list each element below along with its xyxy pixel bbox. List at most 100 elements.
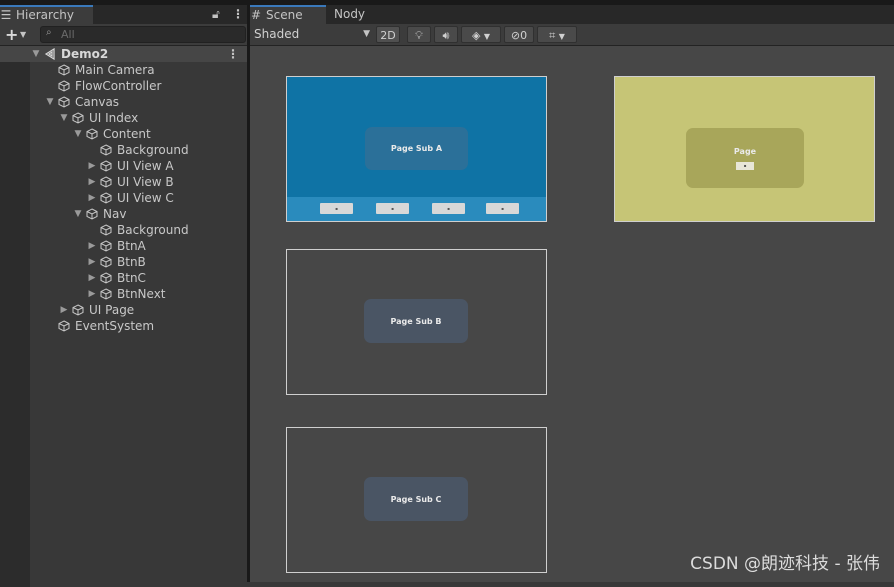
hierarchy-row[interactable]: ▼ Nav: [0, 206, 247, 222]
expanded-arrow-icon[interactable]: ▼: [59, 110, 69, 126]
hierarchy-row[interactable]: ▶ UI View B: [0, 174, 247, 190]
scene-panel: # Scene Nody Shaded ▼ 2D 💡︎ 🔊︎ ◈ ▼ ⊘0 ⌗ ▼…: [250, 5, 894, 582]
hierarchy-toolbar: + ▼ ⌕ All: [0, 24, 247, 46]
cube-icon: [58, 64, 70, 76]
collapsed-arrow-icon[interactable]: ▶: [59, 302, 69, 318]
cube-icon: [100, 176, 112, 188]
hierarchy-row[interactable]: ▶ UI View C: [0, 190, 247, 206]
page-button[interactable]: ▪: [736, 161, 754, 170]
sub-a-label: Page Sub A: [390, 144, 443, 153]
hidden-count: 0: [520, 29, 528, 42]
sub-c-panel: Page Sub C: [364, 477, 468, 521]
tab-nody[interactable]: Nody: [330, 5, 384, 24]
cube-icon: [58, 320, 70, 332]
collapsed-arrow-icon[interactable]: ▶: [87, 190, 97, 206]
cube-icon: [72, 112, 84, 124]
nav-btn-a[interactable]: ▪: [320, 203, 353, 214]
hierarchy-row-label: UI Index: [89, 111, 139, 125]
hierarchy-row-label: UI View A: [117, 159, 174, 173]
collapsed-arrow-icon[interactable]: ▶: [87, 238, 97, 254]
hierarchy-row-label: BtnC: [117, 271, 146, 285]
hierarchy-row[interactable]: ▼ Content: [0, 126, 247, 142]
scene-visibility-button[interactable]: ⊘0: [504, 26, 534, 43]
hierarchy-row-label: UI View B: [117, 175, 174, 189]
toggle-2d-button[interactable]: 2D: [376, 26, 400, 43]
collapsed-arrow-icon[interactable]: ▶: [87, 270, 97, 286]
nav-btn-b[interactable]: ▪: [376, 203, 409, 214]
cube-icon: [100, 240, 112, 252]
scene-row[interactable]: ▼ Demo2 ⋮: [0, 46, 247, 62]
hierarchy-row[interactable]: ▶ BtnC: [0, 270, 247, 286]
canvas-view-sub-c[interactable]: Page Sub C: [286, 427, 547, 573]
layers-icon: ◈: [471, 29, 481, 42]
panel-menu-icon[interactable]: ⋮: [232, 7, 244, 21]
tab-hierarchy[interactable]: ☰ Hierarchy: [0, 5, 93, 24]
cube-icon: [86, 128, 98, 140]
expanded-arrow-icon[interactable]: ▼: [45, 94, 55, 110]
hierarchy-row[interactable]: ▶ BtnNext: [0, 286, 247, 302]
expanded-arrow-icon[interactable]: ▼: [31, 46, 41, 62]
sub-b-panel: Page Sub B: [364, 299, 468, 343]
hierarchy-row[interactable]: ▼ Canvas: [0, 94, 247, 110]
hierarchy-row[interactable]: ▶ BtnB: [0, 254, 247, 270]
chevron-down-icon: ▼: [483, 32, 491, 41]
grid-snap-icon: ⌗: [549, 29, 556, 42]
effects-toggle-button[interactable]: ◈ ▼: [461, 26, 501, 43]
hierarchy-row[interactable]: Background: [0, 142, 247, 158]
chevron-down-icon: ▼: [363, 29, 370, 39]
cube-icon: [100, 192, 112, 204]
audio-toggle-button[interactable]: 🔊︎: [434, 26, 458, 43]
hierarchy-row[interactable]: ▼ UI Index: [0, 110, 247, 126]
hierarchy-row[interactable]: ▶ UI Page: [0, 302, 247, 318]
collapsed-arrow-icon[interactable]: ▶: [87, 174, 97, 190]
hierarchy-row[interactable]: EventSystem: [0, 318, 247, 334]
hierarchy-row-label: Main Camera: [75, 63, 155, 77]
collapsed-arrow-icon[interactable]: ▶: [87, 254, 97, 270]
hierarchy-row[interactable]: ▶ UI View A: [0, 158, 247, 174]
nav-btn-c[interactable]: ▪: [432, 203, 465, 214]
hierarchy-row[interactable]: Main Camera: [0, 62, 247, 78]
hierarchy-row[interactable]: Background: [0, 222, 247, 238]
tab-scene-label: Scene: [266, 8, 303, 22]
page-panel: Page ▪: [686, 128, 804, 188]
search-input[interactable]: ⌕ All: [40, 26, 246, 43]
page-label: Page: [733, 146, 757, 156]
cube-icon: [100, 256, 112, 268]
hierarchy-row-label: Content: [103, 127, 151, 141]
lighting-toggle-button[interactable]: 💡︎: [407, 26, 431, 43]
add-button[interactable]: +: [5, 25, 18, 44]
hierarchy-tabbar: ☰ Hierarchy 🔓︎ ⋮: [0, 5, 247, 24]
canvas-view-sub-b[interactable]: Page Sub B: [286, 249, 547, 395]
eye-slash-icon: ⊘: [510, 29, 521, 42]
speaker-icon: 🔊︎: [442, 29, 450, 42]
chevron-down-icon[interactable]: ▼: [20, 30, 26, 39]
list-icon: ☰: [0, 8, 12, 22]
hierarchy-row-label: UI Page: [89, 303, 135, 317]
lock-icon[interactable]: 🔓︎: [212, 7, 220, 22]
canvas-view-sub-a[interactable]: Page Sub A ▪ ▪ ▪ ▪: [286, 76, 547, 222]
shading-mode-dropdown[interactable]: Shaded ▼: [254, 26, 370, 43]
gizmos-button[interactable]: ⌗ ▼: [537, 26, 577, 43]
hierarchy-row[interactable]: FlowController: [0, 78, 247, 94]
scene-menu-icon[interactable]: ⋮: [227, 46, 239, 62]
cube-icon: [86, 208, 98, 220]
tab-nody-label: Nody: [334, 7, 366, 21]
watermark: CSDN @朗迹科技 - 张伟: [690, 554, 880, 574]
nav-btn-next[interactable]: ▪: [486, 203, 519, 214]
cube-icon: [100, 144, 112, 156]
lightbulb-icon: 💡︎: [415, 29, 423, 42]
tab-scene[interactable]: # Scene: [250, 5, 326, 24]
expanded-arrow-icon[interactable]: ▼: [73, 126, 83, 142]
expanded-arrow-icon[interactable]: ▼: [73, 206, 83, 222]
collapsed-arrow-icon[interactable]: ▶: [87, 286, 97, 302]
hierarchy-row-label: FlowController: [75, 79, 162, 93]
hierarchy-panel: ☰ Hierarchy 🔓︎ ⋮ + ▼ ⌕ All ▼ Demo2 ⋮ Main Ca…: [0, 5, 247, 587]
cube-icon: [100, 224, 112, 236]
canvas-view-page[interactable]: Page ▪: [614, 76, 875, 222]
hierarchy-row-label: Nav: [103, 207, 127, 221]
sub-c-label: Page Sub C: [390, 494, 442, 504]
hierarchy-row-label: BtnNext: [117, 287, 166, 301]
hierarchy-row[interactable]: ▶ BtnA: [0, 238, 247, 254]
collapsed-arrow-icon[interactable]: ▶: [87, 158, 97, 174]
hierarchy-row-label: BtnA: [117, 239, 146, 253]
